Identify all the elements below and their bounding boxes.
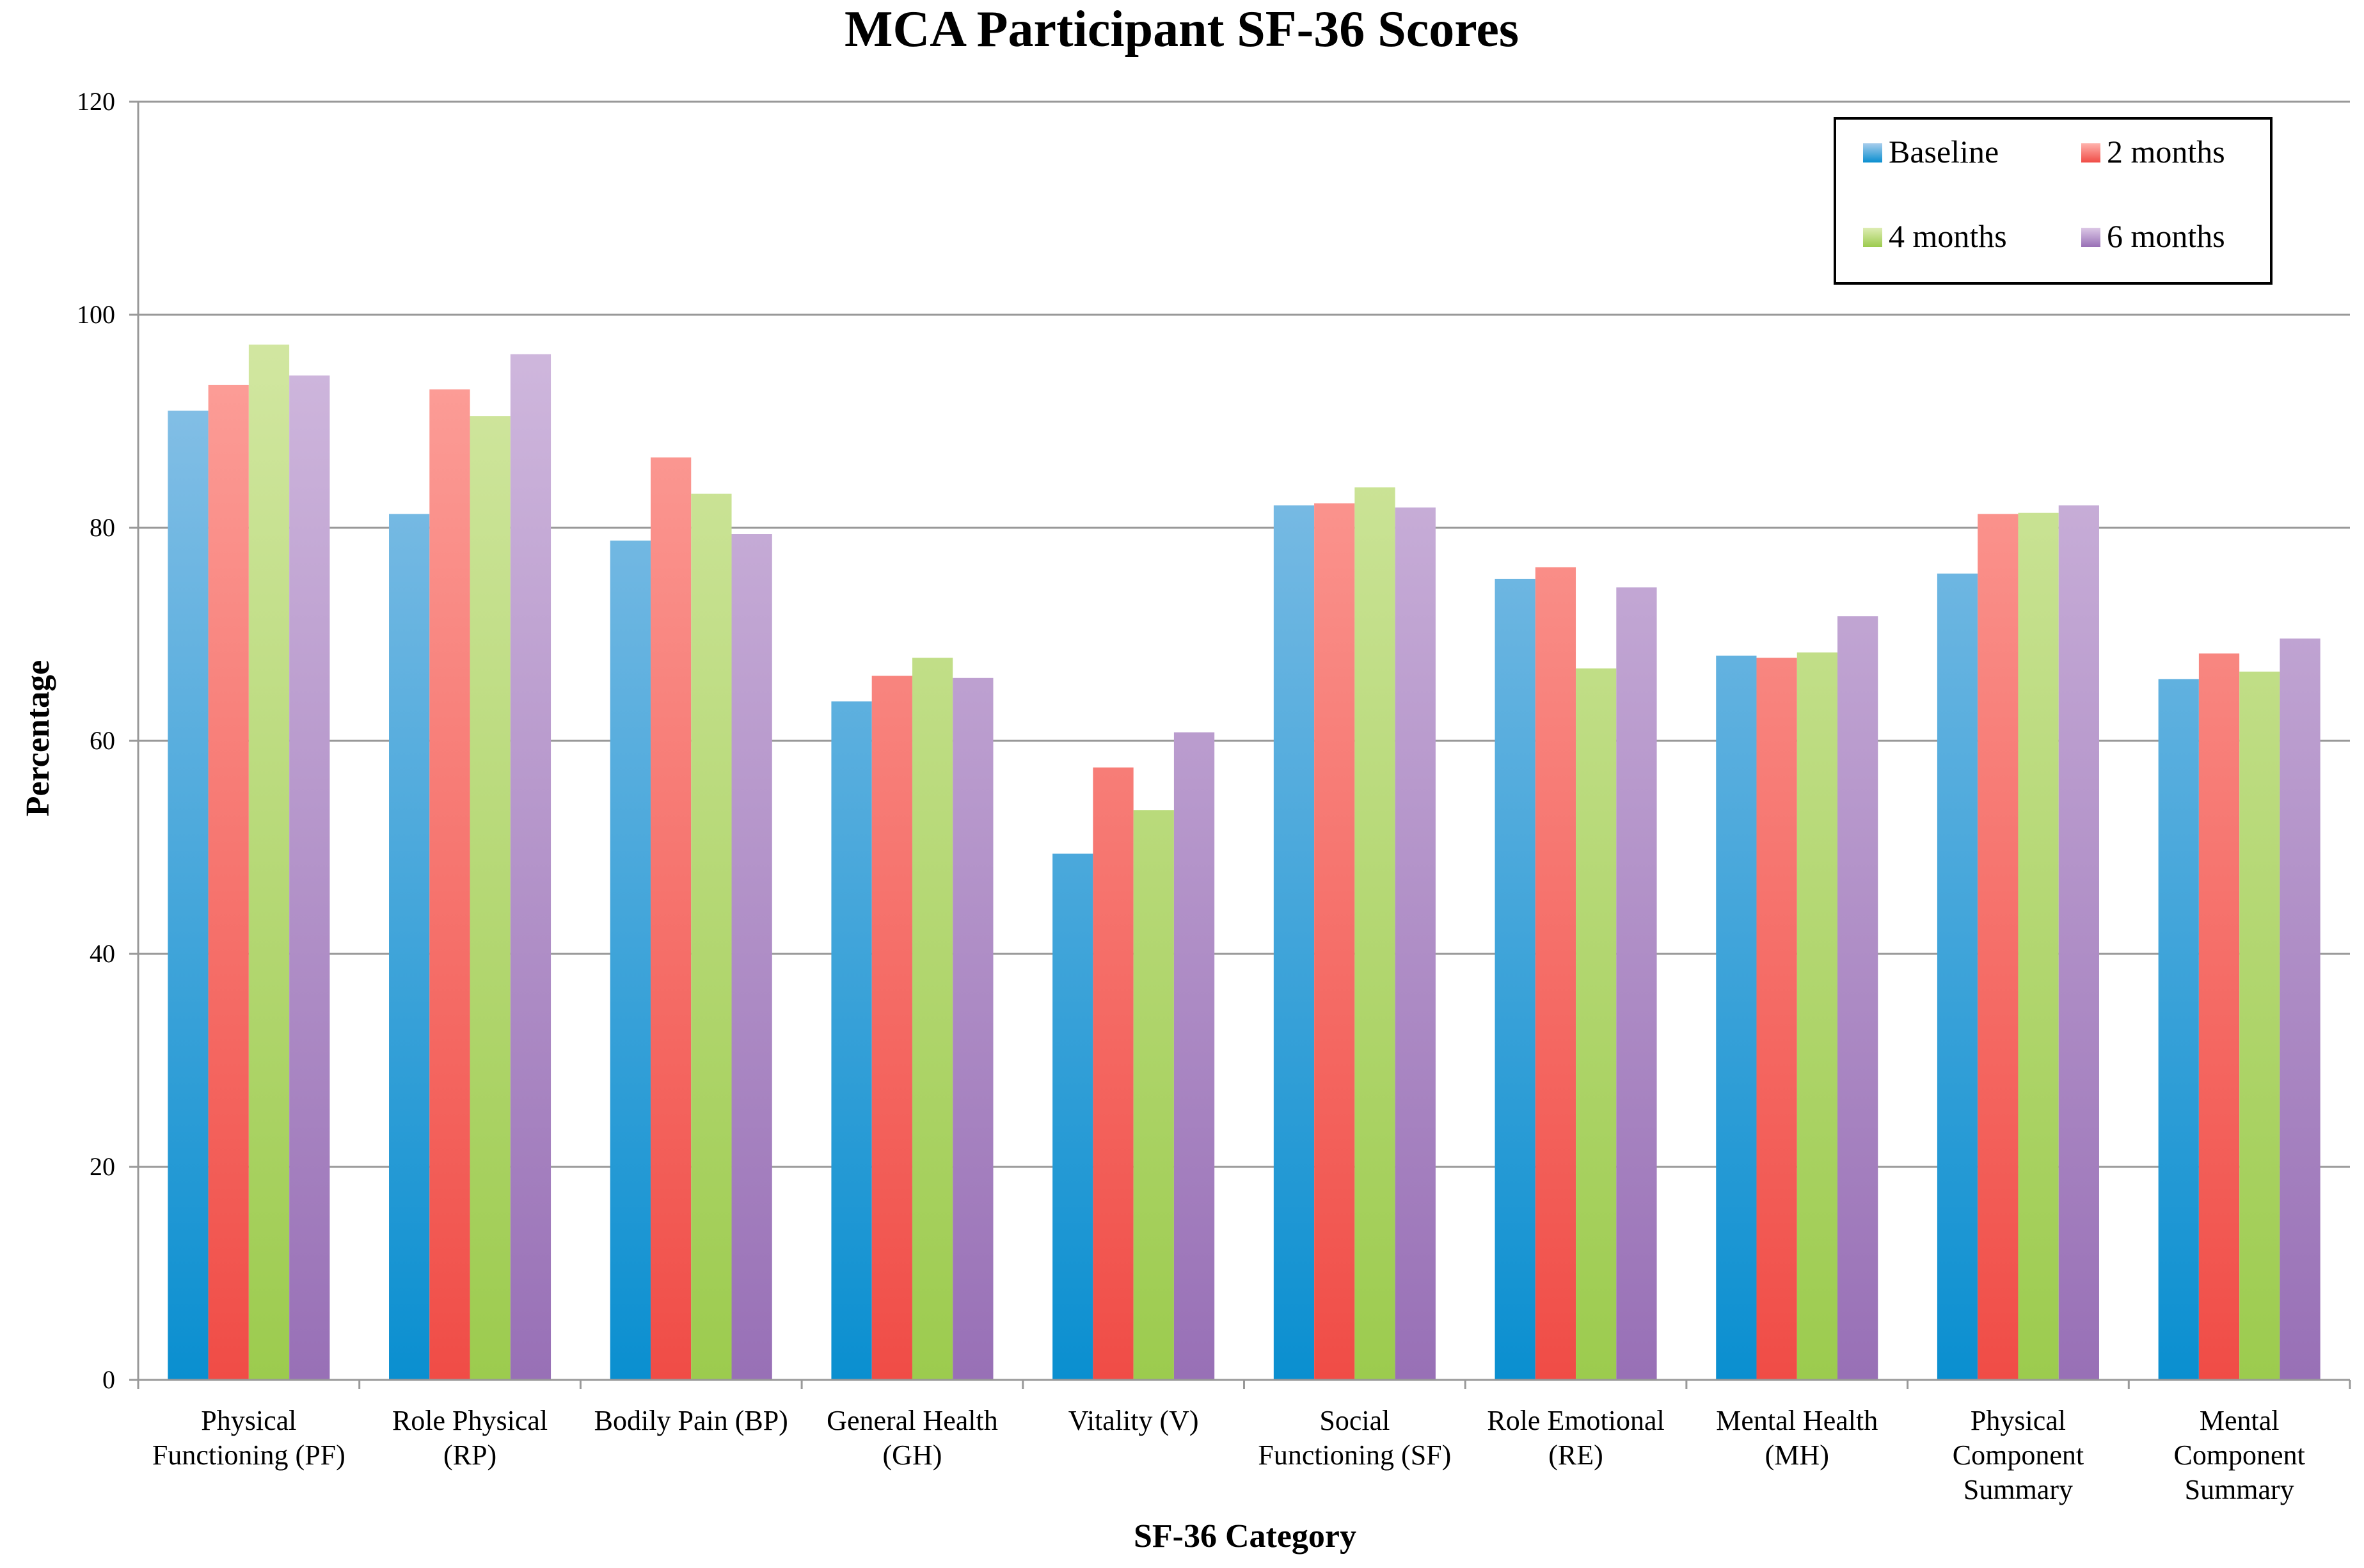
bar-baseline bbox=[1495, 578, 1535, 1381]
y-tick-label: 40 bbox=[90, 939, 115, 968]
bar-4-months bbox=[2239, 671, 2280, 1380]
bar-baseline bbox=[389, 514, 430, 1380]
category-label: (GH) bbox=[883, 1439, 942, 1471]
category-label: Role Physical bbox=[392, 1405, 548, 1436]
bar-4-months bbox=[912, 658, 953, 1380]
bar-chart: MCA Participant SF-36 Scores 0 20 40 60 80 10… bbox=[20, 1, 2351, 1555]
legend-label: 2 months bbox=[2107, 134, 2225, 170]
category-label: Summary bbox=[1963, 1474, 2073, 1505]
y-tick-label: 0 bbox=[102, 1365, 115, 1394]
bar-2-months bbox=[208, 384, 249, 1380]
y-tick-label: 60 bbox=[90, 726, 115, 755]
bar-2-months bbox=[1756, 658, 1797, 1380]
bar-2-months bbox=[429, 389, 470, 1380]
category-label: Social bbox=[1319, 1405, 1390, 1436]
bar-4-months bbox=[1576, 668, 1617, 1380]
bar-baseline bbox=[610, 540, 651, 1380]
bar-baseline bbox=[831, 701, 872, 1380]
y-tick-label: 100 bbox=[77, 300, 115, 329]
bar-2-months bbox=[1978, 514, 2019, 1380]
legend-swatch bbox=[2081, 228, 2100, 247]
category-label: Mental bbox=[2200, 1405, 2280, 1436]
bar-2-months bbox=[650, 457, 692, 1380]
category-label: Component bbox=[2173, 1439, 2305, 1471]
bar-baseline bbox=[1937, 573, 1978, 1380]
bar-4-months bbox=[691, 493, 732, 1380]
legend-label: Baseline bbox=[1889, 134, 1999, 170]
bar-2-months bbox=[1314, 503, 1355, 1380]
legend: Baseline 2 months 4 months 6 months bbox=[1834, 117, 2273, 285]
bar-6-months bbox=[289, 375, 330, 1380]
bar-6-months bbox=[731, 534, 772, 1380]
bar-6-months bbox=[1837, 616, 1878, 1380]
bar-2-months bbox=[1535, 567, 1576, 1380]
bar-6-months bbox=[1616, 587, 1657, 1380]
bar-baseline bbox=[1052, 853, 1093, 1380]
category-label: Mental Health bbox=[1716, 1405, 1878, 1436]
tick-labels: 0 20 40 60 80 100 120 bbox=[77, 87, 115, 1394]
category-label: Vitality (V) bbox=[1068, 1405, 1199, 1436]
y-axis-label: Percentage bbox=[20, 660, 56, 816]
legend-swatch bbox=[1863, 228, 1882, 247]
bar-6-months bbox=[2280, 638, 2320, 1381]
bar-4-months bbox=[248, 344, 290, 1380]
bar-2-months bbox=[2198, 653, 2240, 1380]
bar-4-months bbox=[2018, 512, 2059, 1381]
bar-baseline bbox=[168, 410, 209, 1380]
category-label: (RP) bbox=[443, 1439, 496, 1471]
category-labels: PhysicalFunctioning (PF)Role Physical(RP… bbox=[152, 1405, 2305, 1505]
bar-4-months bbox=[1354, 487, 1395, 1380]
chart-title: MCA Participant SF-36 Scores bbox=[845, 1, 1519, 58]
category-label: Functioning (SF) bbox=[1258, 1439, 1451, 1471]
bar-4-months bbox=[1133, 810, 1174, 1380]
bar-6-months bbox=[1173, 732, 1215, 1380]
category-label: General Health bbox=[827, 1405, 998, 1436]
category-label: Bodily Pain (BP) bbox=[594, 1405, 788, 1436]
bar-6-months bbox=[2058, 505, 2099, 1381]
y-tick-label: 20 bbox=[90, 1152, 115, 1181]
bar-baseline bbox=[1273, 505, 1315, 1381]
category-label: Component bbox=[1953, 1439, 2084, 1471]
legend-label: 4 months bbox=[1889, 218, 2007, 254]
category-label: Physical bbox=[1971, 1405, 2066, 1436]
y-tick-label: 80 bbox=[90, 513, 115, 542]
bar-2-months bbox=[871, 676, 912, 1380]
legend-swatch bbox=[2081, 143, 2100, 162]
bar-6-months bbox=[1395, 507, 1436, 1380]
category-label: Summary bbox=[2185, 1474, 2294, 1505]
bar-4-months bbox=[1797, 652, 1838, 1381]
category-label: Role Emotional bbox=[1487, 1405, 1664, 1436]
bar-6-months bbox=[953, 677, 994, 1380]
category-label: (RE) bbox=[1548, 1439, 1603, 1471]
category-label: (MH) bbox=[1765, 1439, 1829, 1471]
bar-baseline bbox=[2158, 679, 2199, 1380]
bar-2-months bbox=[1093, 767, 1134, 1380]
legend-swatch bbox=[1863, 143, 1882, 162]
legend-label: 6 months bbox=[2107, 218, 2225, 254]
bar-6-months bbox=[510, 354, 551, 1380]
x-axis-label: SF-36 Category bbox=[1134, 1518, 1356, 1555]
category-label: Functioning (PF) bbox=[152, 1439, 345, 1471]
bar-4-months bbox=[470, 416, 511, 1380]
y-tick-label: 120 bbox=[77, 87, 115, 116]
bars bbox=[168, 344, 2320, 1381]
bar-baseline bbox=[1716, 655, 1757, 1380]
category-label: Physical bbox=[201, 1405, 296, 1436]
